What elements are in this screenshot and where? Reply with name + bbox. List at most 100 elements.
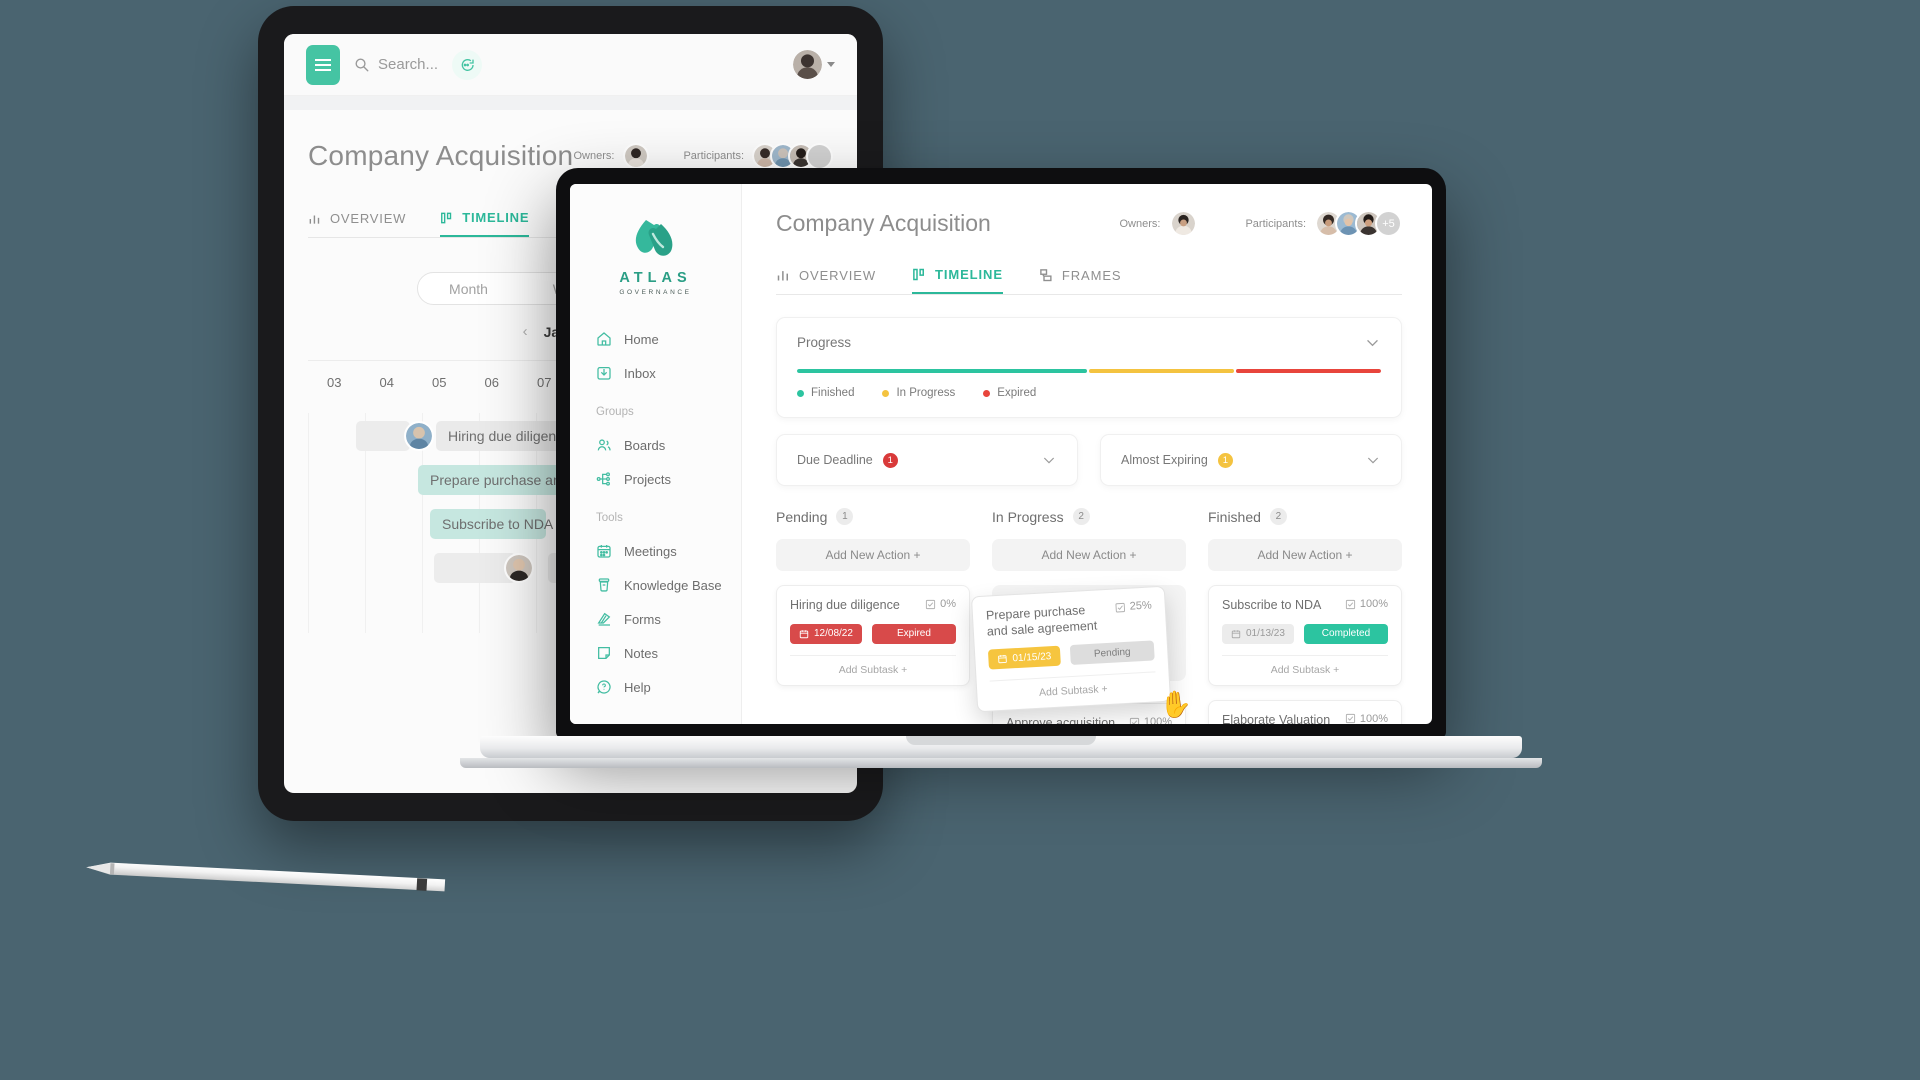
tablet-account-menu[interactable] — [793, 50, 835, 79]
sidebar-item-help[interactable]: Help — [570, 670, 741, 704]
tab-timeline[interactable]: TIMELINE — [440, 210, 530, 237]
tab-overview[interactable]: OVERVIEW — [308, 210, 406, 237]
laptop-lid: ATLAS GOVERNANCE Home Inbox Groups Board… — [556, 168, 1446, 738]
task-percent: 0% — [940, 598, 956, 610]
legend-label: Finished — [811, 387, 855, 399]
add-new-action-button[interactable]: Add New Action + — [992, 539, 1186, 571]
avatar[interactable] — [1170, 210, 1198, 237]
gantt-bar[interactable]: Subscribe to NDA — [430, 509, 553, 539]
status-badge: 1 — [882, 452, 898, 468]
checkbox-icon — [1129, 717, 1139, 724]
task-status: Expired — [871, 623, 956, 644]
search-input[interactable]: Search... — [354, 56, 438, 73]
inbox-icon — [597, 367, 611, 380]
laptop-device: ATLAS GOVERNANCE Home Inbox Groups Board… — [460, 168, 1542, 768]
gantt-bar-shadow — [356, 421, 410, 451]
column-title: In Progress — [992, 508, 1064, 525]
tablet-topbar: Search... — [284, 34, 857, 96]
checkbox-icon — [1115, 602, 1125, 612]
sidebar-item-label: Help — [624, 679, 651, 695]
main-content: Company Acquisition Owners: Participants… — [742, 184, 1432, 724]
add-new-action-button[interactable]: Add New Action + — [1208, 539, 1402, 571]
sidebar-item-boards[interactable]: Boards — [570, 428, 741, 462]
day-cell[interactable]: 04 — [361, 375, 414, 399]
avatar — [793, 50, 822, 79]
progress-segment-in-progress — [1089, 369, 1234, 373]
avatar[interactable] — [623, 143, 650, 169]
participants-label: Participants: — [683, 150, 744, 162]
chevron-down-icon[interactable] — [1041, 452, 1057, 468]
task-date: 01/15/23 — [987, 645, 1061, 670]
owners-group: Owners: — [1120, 210, 1198, 237]
sidebar-item-label: Inbox — [624, 365, 656, 381]
hamburger-icon[interactable] — [306, 44, 340, 85]
add-subtask-button[interactable]: Add Subtask + — [790, 654, 956, 685]
page-title: Company Acquisition — [776, 210, 991, 236]
sidebar-item-meetings[interactable]: Meetings — [570, 534, 741, 568]
tab-timeline[interactable]: TIMELINE — [912, 267, 1003, 294]
tab-label: OVERVIEW — [799, 268, 877, 283]
sidebar-item-inbox[interactable]: Inbox — [570, 356, 741, 390]
avatar-stack — [752, 142, 833, 170]
task-card-dragging[interactable]: Prepare purchase and sale agreement 25% — [970, 585, 1193, 720]
filter-almost-expiring[interactable]: Almost Expiring 1 — [1100, 434, 1402, 486]
range-month[interactable]: Month — [418, 273, 520, 304]
filter-due-deadline[interactable]: Due Deadline 1 — [776, 434, 1078, 486]
sidebar-group-tools: Tools — [596, 512, 623, 524]
day-cell[interactable]: 03 — [308, 375, 361, 399]
timeline-icon — [913, 268, 925, 281]
chevron-down-icon[interactable] — [1365, 452, 1381, 468]
task-card[interactable]: Elaborate Valuation 100% — [1208, 699, 1402, 724]
chat-bubble-icon[interactable] — [452, 49, 483, 80]
archive-icon — [598, 578, 610, 592]
home-icon — [597, 332, 611, 346]
column-header: In Progress 2 — [992, 508, 1186, 525]
laptop-screen: ATLAS GOVERNANCE Home Inbox Groups Board… — [570, 184, 1432, 724]
task-card[interactable]: Subscribe to NDA 100% 01/13/23 Completed… — [1208, 585, 1402, 686]
sidebar-item-notes[interactable]: Notes — [570, 636, 741, 670]
laptop-base — [480, 736, 1522, 758]
task-date: 01/13/23 — [1222, 623, 1294, 644]
sidebar-item-label: Notes — [624, 645, 658, 661]
participants-overflow[interactable] — [806, 142, 833, 170]
sidebar-item-label: Boards — [624, 437, 666, 453]
task-title: Approve acquisition — [1006, 716, 1116, 724]
task-status: Completed — [1303, 623, 1388, 644]
scene: Search... Company Acquisition Owners: Pa… — [0, 0, 1920, 1080]
sidebar: ATLAS GOVERNANCE Home Inbox Groups Board… — [570, 184, 742, 724]
progress-header: Progress — [797, 334, 1381, 351]
task-card[interactable]: Hiring due diligence 0% 12/08/22 Expired… — [776, 585, 970, 686]
avatar[interactable] — [504, 553, 534, 583]
progress-legend: Finished In Progress Expired — [797, 387, 1381, 399]
add-new-action-button[interactable]: Add New Action + — [776, 539, 970, 571]
column-count: 2 — [1269, 508, 1287, 525]
checkbox-icon — [1345, 599, 1355, 609]
day-cell[interactable]: 05 — [413, 375, 466, 399]
drag-hand-icon: ✋ — [1159, 688, 1194, 721]
status-badge: 1 — [1217, 452, 1233, 468]
tab-overview[interactable]: OVERVIEW — [776, 267, 876, 294]
participants-overflow[interactable]: +5 — [1375, 210, 1402, 237]
chevron-left-icon[interactable]: ‹ — [523, 323, 528, 340]
chevron-down-icon[interactable] — [1364, 334, 1381, 351]
kanban-column-pending: Pending 1 Add New Action + Hiring due di… — [776, 508, 970, 724]
kanban-column-in-progress: In Progress 2 Add New Action + Prepare p… — [970, 508, 1193, 724]
sidebar-item-home[interactable]: Home — [570, 322, 741, 356]
legend-dot — [882, 389, 890, 397]
day-cell[interactable]: 06 — [466, 375, 519, 399]
frames-icon — [1040, 269, 1052, 282]
note-icon — [598, 647, 610, 659]
brand-logo[interactable]: ATLAS GOVERNANCE — [570, 206, 741, 322]
checkbox-icon — [926, 599, 936, 609]
search-icon — [355, 58, 369, 72]
progress-segment-finished — [797, 369, 1087, 373]
tab-frames[interactable]: FRAMES — [1039, 267, 1122, 294]
sidebar-item-projects[interactable]: Projects — [570, 462, 741, 496]
task-date: 12/08/22 — [790, 623, 862, 644]
sidebar-item-knowledge-base[interactable]: Knowledge Base — [570, 568, 741, 602]
filter-row: Due Deadline 1 Almost Expiring 1 — [776, 434, 1402, 486]
page-title: Company Acquisition — [308, 140, 574, 171]
avatar[interactable] — [404, 421, 434, 451]
add-subtask-button[interactable]: Add Subtask + — [1222, 654, 1388, 685]
sidebar-item-forms[interactable]: Forms — [570, 602, 741, 636]
